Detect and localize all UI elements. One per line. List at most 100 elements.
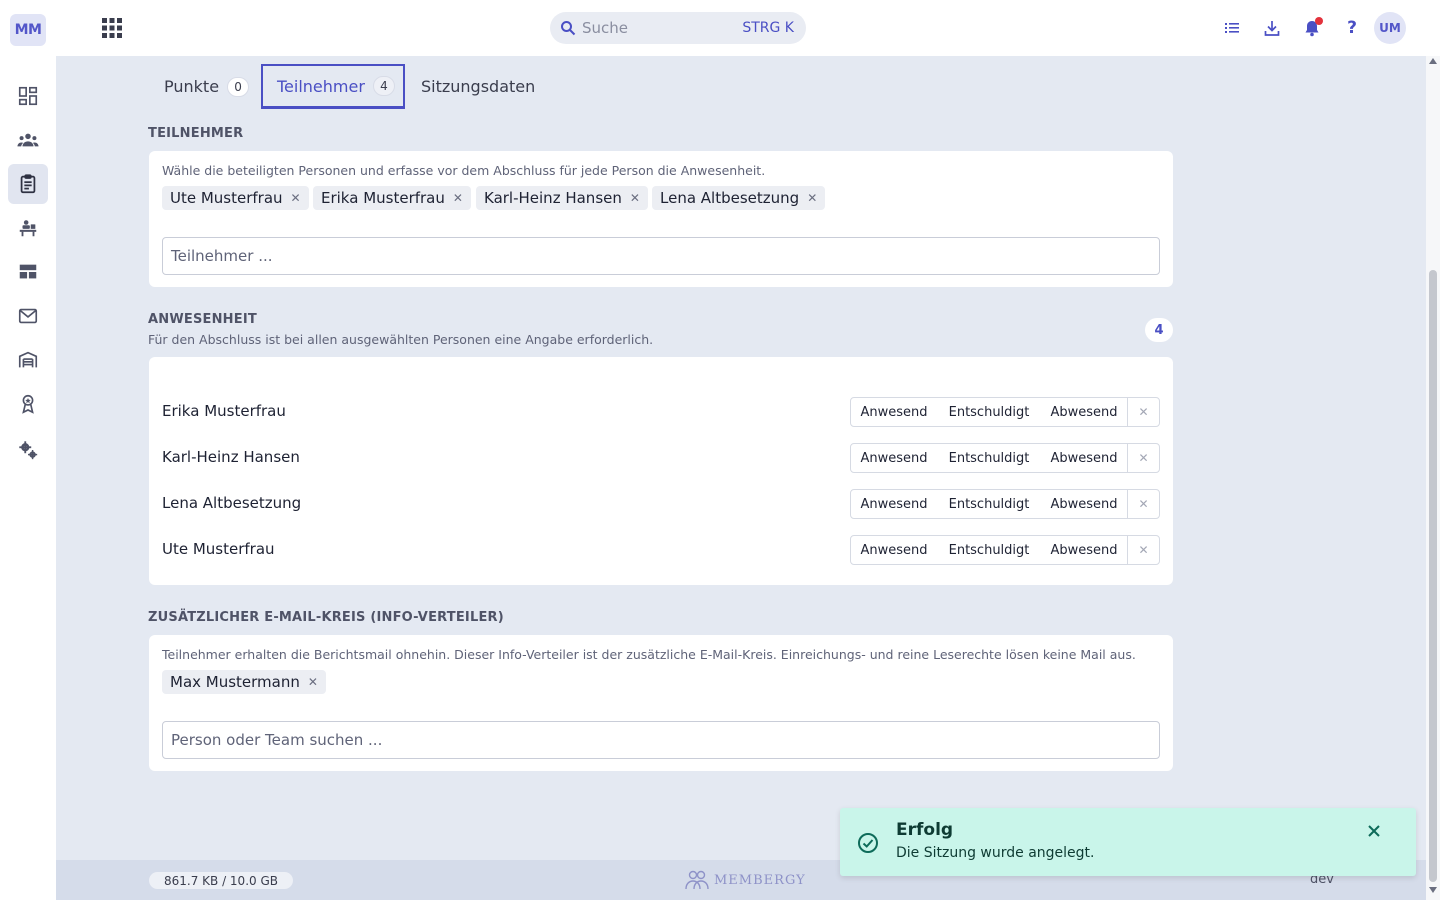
tab-sitzungsdaten[interactable]: Sitzungsdaten bbox=[421, 64, 535, 109]
help-button[interactable]: ? bbox=[1340, 16, 1364, 40]
participants-card: Wähle die beteiligten Personen und erfas… bbox=[149, 151, 1173, 287]
option-abwesend[interactable]: Abwesend bbox=[1041, 451, 1127, 466]
notifications-button[interactable] bbox=[1300, 16, 1324, 40]
list-icon bbox=[1225, 23, 1239, 33]
attendance-selector: Anwesend Entschuldigt Abwesend ✕ bbox=[850, 489, 1160, 519]
sidebar-item-warehouse[interactable] bbox=[8, 340, 48, 380]
scroll-up-icon[interactable] bbox=[1429, 58, 1437, 64]
participant-chip: Karl-Heinz Hansen ✕ bbox=[476, 186, 648, 210]
remove-chip-icon[interactable]: ✕ bbox=[308, 675, 318, 689]
tab-label: Punkte bbox=[164, 77, 220, 96]
attendee-name: Erika Musterfrau bbox=[162, 402, 286, 420]
mailing-hint: Teilnehmer erhalten die Berichtsmail ohn… bbox=[162, 647, 1136, 662]
sidebar-item-meetings[interactable] bbox=[8, 164, 48, 204]
tab-count: 0 bbox=[227, 76, 250, 97]
membergy-logo-icon bbox=[685, 870, 709, 890]
clear-selection-icon[interactable]: ✕ bbox=[1127, 398, 1159, 426]
option-abwesend[interactable]: Abwesend bbox=[1041, 497, 1127, 512]
success-toast: Erfolg Die Sitzung wurde angelegt. bbox=[840, 808, 1416, 876]
sidebar-item-people[interactable] bbox=[8, 120, 48, 160]
remove-chip-icon[interactable]: ✕ bbox=[453, 191, 463, 205]
mail-icon bbox=[18, 308, 38, 324]
search-shortcut: STRG K bbox=[742, 20, 794, 36]
sidebar: MM bbox=[0, 0, 56, 900]
recipient-chip: Max Mustermann ✕ bbox=[162, 670, 326, 694]
footer-logo: MEMBERGY bbox=[684, 869, 806, 891]
attendance-card: Erika Musterfrau Anwesend Entschuldigt A… bbox=[149, 357, 1173, 585]
award-icon bbox=[22, 394, 34, 414]
mailing-title: ZUSÄTZLICHER E-MAIL-KREIS (INFO-VERTEILE… bbox=[148, 610, 504, 625]
warehouse-icon bbox=[18, 351, 38, 368]
option-entschuldigt[interactable]: Entschuldigt bbox=[937, 405, 1041, 420]
attendance-count-badge: 4 bbox=[1145, 318, 1173, 342]
check-circle-icon bbox=[858, 833, 878, 853]
participant-chip: Erika Musterfrau ✕ bbox=[313, 186, 471, 210]
toast-close-button[interactable] bbox=[1364, 821, 1384, 841]
clear-selection-icon[interactable]: ✕ bbox=[1127, 490, 1159, 518]
attendance-selector: Anwesend Entschuldigt Abwesend ✕ bbox=[850, 397, 1160, 427]
storage-usage: 861.7 KB / 10.0 GB bbox=[149, 872, 293, 889]
tab-label: Teilnehmer bbox=[277, 76, 365, 96]
table-icon bbox=[19, 264, 37, 279]
search-bar[interactable]: Suche STRG K bbox=[550, 12, 806, 44]
option-entschuldigt[interactable]: Entschuldigt bbox=[937, 451, 1041, 466]
attendance-selector: Anwesend Entschuldigt Abwesend ✕ bbox=[850, 535, 1160, 565]
close-icon bbox=[1368, 825, 1380, 837]
tab-punkte[interactable]: Punkte 0 bbox=[164, 64, 250, 109]
attendee-name: Karl-Heinz Hansen bbox=[162, 448, 300, 466]
dashboard-icon bbox=[18, 86, 38, 106]
option-abwesend[interactable]: Abwesend bbox=[1041, 405, 1127, 420]
remove-chip-icon[interactable]: ✕ bbox=[630, 191, 640, 205]
recipient-search-input[interactable]: Person oder Team suchen ... bbox=[162, 721, 1160, 759]
clipboard-icon bbox=[20, 174, 36, 194]
sidebar-item-awards[interactable] bbox=[8, 384, 48, 424]
notification-dot bbox=[1315, 17, 1323, 25]
sidebar-item-mail[interactable] bbox=[8, 296, 48, 336]
remove-chip-icon[interactable]: ✕ bbox=[291, 191, 301, 205]
search-icon bbox=[561, 21, 576, 36]
option-anwesend[interactable]: Anwesend bbox=[851, 405, 937, 420]
participant-chip: Ute Musterfrau ✕ bbox=[162, 186, 309, 210]
mailing-card: Teilnehmer erhalten die Berichtsmail ohn… bbox=[149, 635, 1173, 771]
brand-logo[interactable]: MM bbox=[10, 14, 46, 46]
user-avatar[interactable]: UM bbox=[1374, 12, 1406, 44]
tab-label: Sitzungsdaten bbox=[421, 77, 536, 96]
tab-teilnehmer[interactable]: Teilnehmer 4 bbox=[261, 64, 405, 109]
option-anwesend[interactable]: Anwesend bbox=[851, 543, 937, 558]
participants-hint: Wähle die beteiligten Personen und erfas… bbox=[162, 163, 766, 178]
download-icon bbox=[1264, 21, 1280, 36]
app-grid-icon[interactable] bbox=[100, 16, 124, 40]
remove-chip-icon[interactable]: ✕ bbox=[807, 191, 817, 205]
clear-selection-icon[interactable]: ✕ bbox=[1127, 536, 1159, 564]
option-anwesend[interactable]: Anwesend bbox=[851, 497, 937, 512]
participants-title: TEILNEHMER bbox=[148, 126, 244, 141]
attendance-selector: Anwesend Entschuldigt Abwesend ✕ bbox=[850, 443, 1160, 473]
search-placeholder: Suche bbox=[582, 19, 629, 37]
download-button[interactable] bbox=[1260, 16, 1284, 40]
option-anwesend[interactable]: Anwesend bbox=[851, 451, 937, 466]
people-icon bbox=[17, 133, 39, 147]
scroll-down-icon[interactable] bbox=[1429, 887, 1437, 893]
option-entschuldigt[interactable]: Entschuldigt bbox=[937, 543, 1041, 558]
clear-selection-icon[interactable]: ✕ bbox=[1127, 444, 1159, 472]
toast-message: Die Sitzung wurde angelegt. bbox=[896, 845, 1095, 861]
meeting-icon bbox=[19, 220, 37, 237]
sidebar-item-tables[interactable] bbox=[8, 252, 48, 292]
participant-chip: Lena Altbesetzung ✕ bbox=[652, 186, 826, 210]
sidebar-item-sessions[interactable] bbox=[8, 208, 48, 248]
list-button[interactable] bbox=[1220, 16, 1244, 40]
scrollbar-thumb[interactable] bbox=[1429, 270, 1437, 882]
attendee-name: Lena Altbesetzung bbox=[162, 494, 302, 512]
toast-title: Erfolg bbox=[896, 820, 954, 840]
logo-text: MEMBERGY bbox=[714, 872, 806, 888]
option-abwesend[interactable]: Abwesend bbox=[1041, 543, 1127, 558]
attendance-subtitle: Für den Abschluss ist bei allen ausgewäh… bbox=[148, 332, 654, 347]
attendee-name: Ute Musterfrau bbox=[162, 540, 275, 558]
tab-count: 4 bbox=[372, 76, 395, 96]
sidebar-item-settings[interactable] bbox=[8, 430, 48, 470]
attendance-title: ANWESENHEIT bbox=[148, 312, 257, 327]
option-entschuldigt[interactable]: Entschuldigt bbox=[937, 497, 1041, 512]
top-bar: Suche STRG K ? UM bbox=[56, 0, 1440, 56]
participant-search-input[interactable]: Teilnehmer ... bbox=[162, 237, 1160, 275]
sidebar-item-dashboard[interactable] bbox=[8, 76, 48, 116]
